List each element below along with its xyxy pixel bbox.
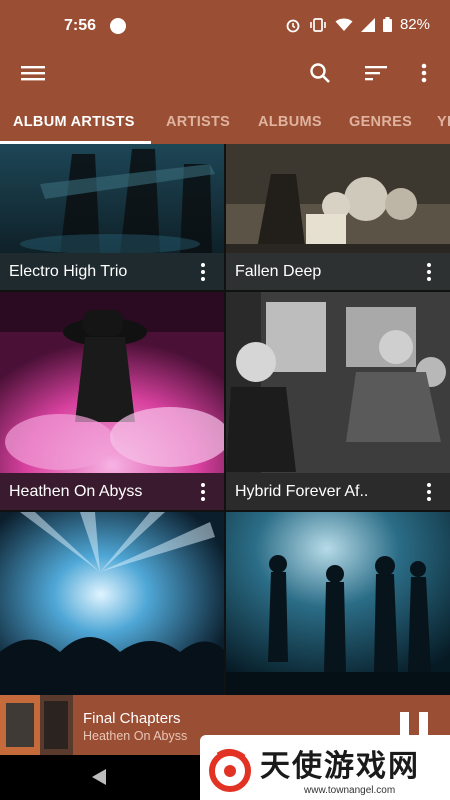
tab-years[interactable]: YE [437, 114, 450, 130]
wifi-icon [335, 17, 353, 32]
artist-tile[interactable]: Electro High Trio [0, 144, 224, 290]
library-tabs: ALBUM ARTISTS ARTISTS ALBUMS GENRES YE [0, 100, 450, 144]
tab-albums[interactable]: ALBUMS [258, 114, 322, 130]
artist-caption: Fallen Deep [226, 253, 450, 290]
now-playing-cover [0, 695, 73, 755]
now-playing-title: Final Chapters [83, 710, 181, 727]
artist-tile[interactable] [226, 512, 450, 695]
notification-app-icon [110, 18, 126, 34]
artist-caption: Hybrid Forever Af.. [226, 473, 450, 510]
watermark-text: 天使游戏网 [260, 749, 420, 784]
music-app-screen: 7:56 82% ALBUM ARTISTS ARTISTS ALBUMS GE… [0, 0, 450, 800]
watermark-logo [209, 749, 251, 792]
search-icon[interactable] [306, 59, 334, 87]
more-vert-icon[interactable] [426, 263, 432, 281]
artist-artwork [0, 512, 224, 695]
menu-icon[interactable] [19, 59, 47, 87]
artist-tile[interactable]: Hybrid Forever Af.. [226, 292, 450, 510]
battery-percent: 82% [399, 16, 430, 33]
more-vert-icon[interactable] [200, 263, 206, 281]
album-artist-grid: Electro High Trio Fallen Deep Heathen On… [0, 144, 450, 695]
back-icon[interactable] [92, 769, 106, 785]
artist-name: Heathen On Abyss [9, 482, 143, 500]
more-vert-icon[interactable] [426, 483, 432, 501]
tab-artists[interactable]: ARTISTS [166, 114, 230, 130]
tab-genres[interactable]: GENRES [349, 114, 412, 130]
watermark: 天使游戏网 www.townangel.com [200, 735, 450, 800]
vibrate-icon [309, 17, 327, 33]
tab-album-artists[interactable]: ALBUM ARTISTS [13, 114, 135, 130]
artist-caption: Electro High Trio [0, 253, 224, 290]
artist-caption: Heathen On Abyss [0, 473, 224, 510]
artist-name: Hybrid Forever Af.. [235, 482, 369, 500]
watermark-url: www.townangel.com [304, 785, 396, 796]
artist-name: Fallen Deep [235, 262, 322, 280]
now-playing-artist: Heathen On Abyss [83, 729, 188, 743]
artist-artwork [226, 512, 450, 695]
more-vert-icon[interactable] [410, 59, 438, 87]
sort-icon[interactable] [362, 59, 390, 87]
artist-name: Electro High Trio [9, 262, 128, 280]
artist-tile[interactable] [0, 512, 224, 695]
status-time: 7:56 [64, 17, 97, 34]
status-bar: 7:56 82% [0, 0, 450, 46]
app-bar [0, 46, 450, 100]
battery-icon [382, 17, 392, 32]
more-vert-icon[interactable] [200, 483, 206, 501]
signal-icon [360, 17, 375, 32]
artist-tile[interactable]: Heathen On Abyss [0, 292, 224, 510]
alarm-icon [285, 17, 301, 33]
artist-tile[interactable]: Fallen Deep [226, 144, 450, 290]
status-icons: 82% [285, 16, 430, 33]
